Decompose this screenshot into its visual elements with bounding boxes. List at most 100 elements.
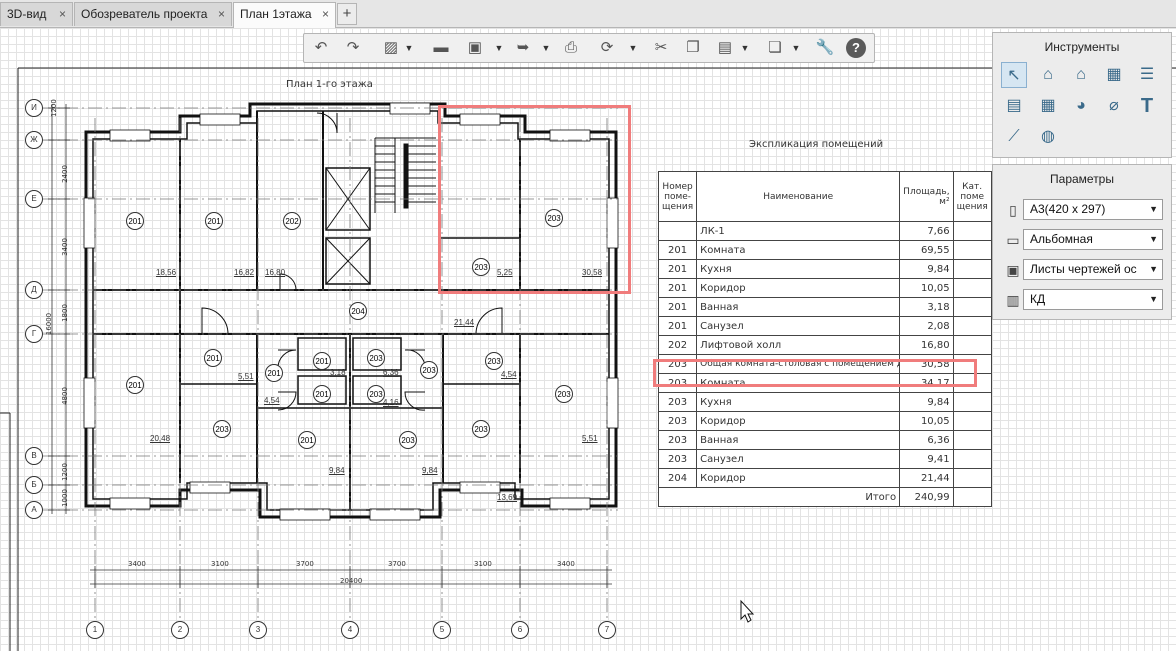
room-area: 21,44 — [454, 318, 475, 327]
hatch-icon[interactable]: ◍ — [1035, 124, 1061, 150]
axis-bubble-row: В — [25, 447, 43, 465]
table-row[interactable]: 203 Санузел 9,41 — [657, 449, 992, 469]
save-icon[interactable]: ▣ — [464, 37, 486, 59]
tab-project-browser[interactable]: Обозреватель проекта × — [74, 2, 232, 26]
cell-num: 201 — [657, 297, 698, 317]
line-icon[interactable]: ⟋ — [1001, 124, 1027, 150]
room-schedule-icon[interactable]: ▤ — [1001, 93, 1027, 119]
table-row[interactable]: 201 Комната 69,55 — [657, 240, 992, 260]
wrench-icon[interactable]: 🔧 — [814, 37, 836, 59]
chevron-down-icon[interactable]: ▼ — [1149, 230, 1158, 249]
chevron-down-icon[interactable]: ▼ — [1149, 290, 1158, 309]
room-number[interactable]: 201 — [313, 352, 331, 370]
table-row[interactable]: 204 Коридор 21,44 — [657, 468, 992, 488]
room-number[interactable]: 203 — [545, 209, 563, 227]
list-icon[interactable]: ☰ — [1134, 62, 1160, 88]
table-row[interactable]: 201 Коридор 10,05 — [657, 278, 992, 298]
dimension-icon[interactable]: ⌀ — [1101, 93, 1127, 119]
chevron-down-icon[interactable]: ▼ — [791, 41, 801, 55]
total-label: Итого — [696, 487, 901, 507]
room-number[interactable]: 202 — [283, 212, 301, 230]
sheets-select[interactable]: Листы чертежей ос ▼ — [1023, 259, 1163, 280]
close-icon[interactable]: × — [322, 3, 329, 25]
table-row[interactable]: ЛК-1 7,66 — [657, 221, 992, 241]
room-number[interactable]: 203 — [472, 420, 490, 438]
building-icon[interactable]: ⌂ — [1035, 62, 1061, 88]
house-icon[interactable]: ⌂ — [1068, 62, 1094, 88]
open-folder-icon[interactable]: ▬ — [430, 37, 452, 59]
tab-floor-plan[interactable]: План 1этажа × — [233, 2, 336, 28]
cut-icon[interactable]: ✂ — [650, 37, 672, 59]
table-row[interactable]: 201 Санузел 2,08 — [657, 316, 992, 336]
table-row[interactable]: 201 Ванная 3,18 — [657, 297, 992, 317]
cell-category — [952, 373, 992, 393]
paste-icon[interactable]: ▤ — [714, 37, 736, 59]
room-number[interactable]: 204 — [349, 302, 367, 320]
room-number[interactable]: 203 — [367, 349, 385, 367]
room-number[interactable]: 203 — [399, 431, 417, 449]
table-row[interactable]: 202 Лифтовой холл 16,80 — [657, 335, 992, 355]
mouse-cursor — [740, 599, 755, 623]
close-icon[interactable]: × — [218, 3, 225, 25]
print-icon[interactable]: ⎙ — [560, 37, 582, 59]
table-row[interactable]: 203 Коридор 10,05 — [657, 411, 992, 431]
cursor-icon[interactable]: ↖ — [1001, 62, 1027, 88]
room-schedule-table[interactable]: Номер поме-щения Наименование Площадь, м… — [657, 171, 992, 507]
room-number[interactable]: 203 — [555, 385, 573, 403]
help-icon[interactable]: ? — [846, 38, 866, 58]
dimension-total: 16000 — [45, 312, 54, 336]
chevron-down-icon[interactable]: ▼ — [628, 41, 638, 55]
orientation-select[interactable]: Альбомная ▼ — [1023, 229, 1163, 250]
table-row[interactable]: 203 Ванная 6,36 — [657, 430, 992, 450]
room-number[interactable]: 203 — [485, 352, 503, 370]
room-number[interactable]: 201 — [126, 376, 144, 394]
chevron-down-icon[interactable]: ▼ — [1149, 200, 1158, 219]
table-row[interactable]: 203Общая комната-столовая с помещением д… — [657, 354, 992, 374]
dimension-label: 3700 — [388, 560, 406, 568]
chevron-down-icon[interactable]: ▼ — [740, 41, 750, 55]
room-number[interactable]: 203 — [472, 258, 490, 276]
cell-name: Коридор — [696, 411, 901, 431]
table-row[interactable]: 203 Комната 34,17 — [657, 373, 992, 393]
copy-icon[interactable]: ❐ — [682, 37, 704, 59]
room-number[interactable]: 201 — [313, 385, 331, 403]
add-tab-button[interactable]: + — [337, 3, 357, 25]
room-area: 5,51 — [238, 372, 254, 381]
chevron-down-icon[interactable]: ▼ — [541, 41, 551, 55]
cell-area: 3,18 — [899, 297, 954, 317]
room-number[interactable]: 201 — [298, 431, 316, 449]
standard-select[interactable]: КД ▼ — [1023, 289, 1163, 310]
shapes-icon[interactable]: ◕ — [1068, 93, 1094, 119]
layers-icon[interactable]: ❏ — [764, 37, 786, 59]
export-icon[interactable]: ➥ — [512, 37, 534, 59]
refresh-icon[interactable]: ⟳ — [596, 37, 618, 59]
cell-name: Кухня — [696, 392, 901, 412]
table-row[interactable]: 201 Кухня 9,84 — [657, 259, 992, 279]
dimension-label: 4800 — [60, 387, 69, 405]
room-number[interactable]: 201 — [205, 212, 223, 230]
room-number[interactable]: 203 — [213, 420, 231, 438]
sheet-icon[interactable]: ▦ — [1101, 62, 1127, 88]
tab-3d-view[interactable]: 3D-вид × — [0, 2, 73, 26]
table-icon[interactable]: ▦ — [1035, 93, 1061, 119]
room-number[interactable]: 203 — [420, 361, 438, 379]
axis-bubble-row: Д — [25, 281, 43, 299]
table-row[interactable]: 203 Кухня 9,84 — [657, 392, 992, 412]
paper-size-row: ▯ А3(420 х 297) ▼ — [1003, 199, 1163, 221]
room-number[interactable]: 201 — [204, 349, 222, 367]
redo-icon[interactable]: ↷ — [342, 37, 364, 59]
cell-name: Санузел — [696, 316, 901, 336]
cell-area: 21,44 — [899, 468, 954, 488]
close-icon[interactable]: × — [59, 3, 66, 25]
chevron-down-icon[interactable]: ▼ — [1149, 260, 1158, 279]
cell-num: 203 — [657, 354, 698, 374]
text-icon[interactable]: T — [1134, 93, 1160, 119]
3d-box-icon[interactable]: ▨ — [380, 37, 402, 59]
undo-icon[interactable]: ↶ — [310, 37, 332, 59]
chevron-down-icon[interactable]: ▼ — [404, 41, 414, 55]
room-number[interactable]: 201 — [265, 364, 283, 382]
room-area: 4,54 — [501, 370, 517, 379]
chevron-down-icon[interactable]: ▼ — [494, 41, 504, 55]
room-number[interactable]: 201 — [126, 212, 144, 230]
paper-size-select[interactable]: А3(420 х 297) ▼ — [1023, 199, 1163, 220]
